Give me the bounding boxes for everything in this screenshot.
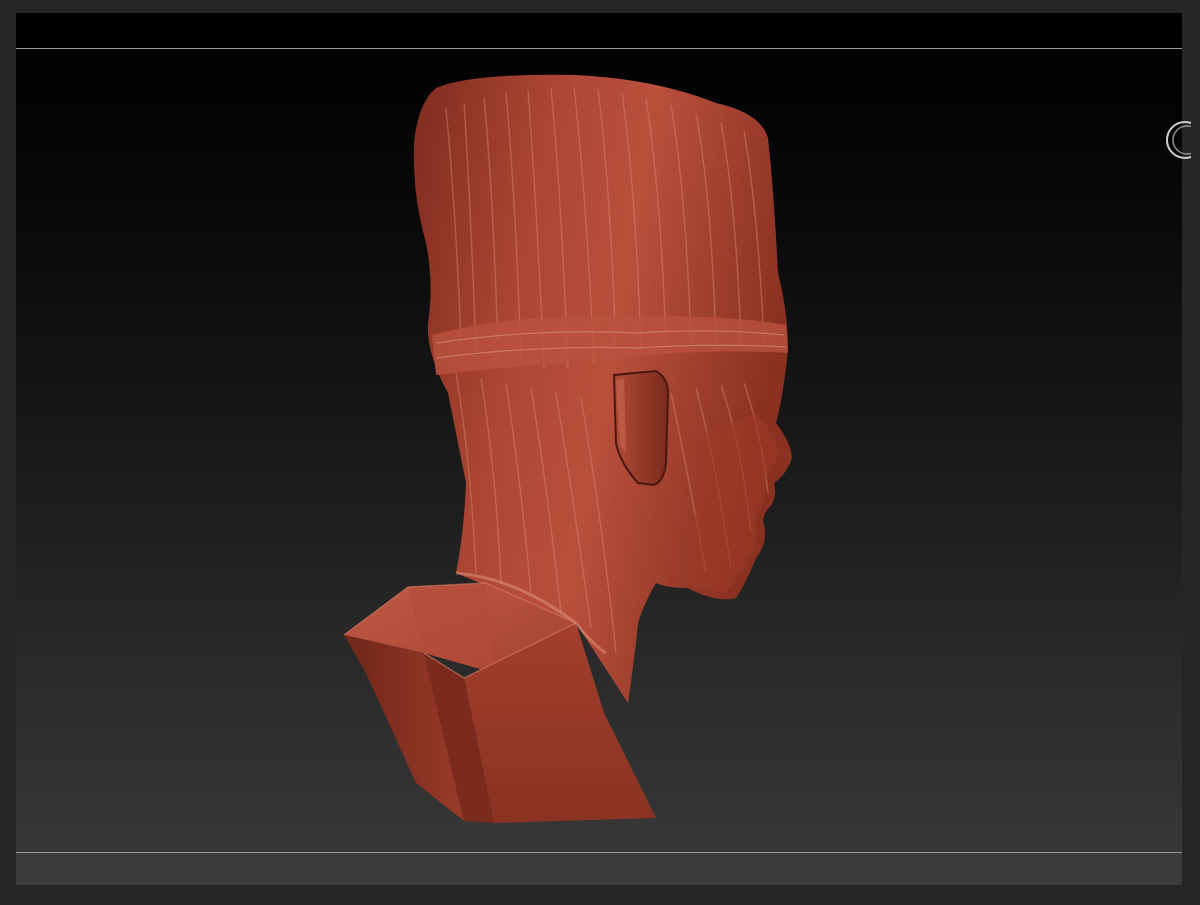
3d-viewport[interactable] [16,13,1182,885]
viewport-bottom-strip [16,853,1182,885]
sculpt-model-head[interactable] [16,13,1182,885]
circle-rotate-icon[interactable] [1151,118,1191,162]
application-window [0,0,1200,905]
